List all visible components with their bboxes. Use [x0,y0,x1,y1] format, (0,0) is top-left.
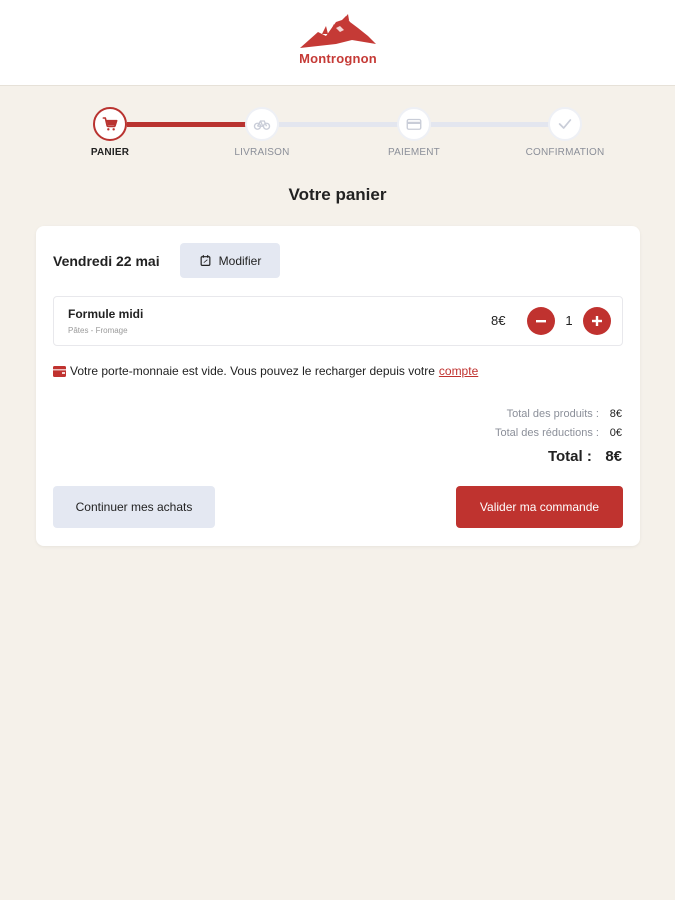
modify-button-label: Modifier [218,253,262,268]
mountain-logo-icon [300,14,376,48]
products-total-label: Total des produits : [506,408,599,420]
discounts-total-row: Total des réductions : 0€ [402,427,622,446]
delivery-date: Vendredi 22 mai [53,253,160,269]
app-header: Montrognon [0,0,675,86]
cart-card: Vendredi 22 mai Modifier Formule midi Pâ… [36,226,640,546]
plus-icon [592,316,602,326]
grand-total-label: Total : [547,448,592,465]
validate-order-button[interactable]: Valider ma commande [456,486,623,528]
step-label-panier: PANIER [90,147,130,158]
grand-total-row: Total : 8€ [402,448,622,465]
order-totals: Total des produits : 8€ Total des réduct… [402,408,622,465]
step-connector-3 [431,122,551,127]
item-name: Formule midi [68,307,144,321]
credit-card-icon [406,118,422,130]
step-label-livraison: LIVRAISON [234,147,290,158]
step-connector-1 [127,122,251,127]
products-total-row: Total des produits : 8€ [402,408,622,427]
grand-total-value: 8€ [605,448,622,465]
wallet-message: Votre porte-monnaie est vide. Vous pouve… [70,364,435,378]
checkout-stepper: PANIER LIVRAISON PAIEMENT CONFIRMATION [0,100,675,170]
modify-date-button[interactable]: Modifier [180,243,280,278]
step-panier[interactable] [93,107,127,141]
step-paiement[interactable] [397,107,431,141]
step-label-confirmation: CONFIRMATION [525,147,605,158]
checkmark-icon [558,119,572,129]
increase-quantity-button[interactable] [583,307,611,335]
minus-icon [536,320,546,323]
wallet-icon [53,365,66,377]
step-connector-2 [279,122,399,127]
quantity-value: 1 [565,313,573,328]
page-title: Votre panier [288,185,387,204]
wallet-notice: Votre porte-monnaie est vide. Vous pouve… [53,364,478,378]
discounts-total-value: 0€ [609,427,622,439]
item-price: 8€ [491,313,506,328]
continue-shopping-button[interactable]: Continuer mes achats [53,486,215,528]
discounts-total-label: Total des réductions : [494,427,599,439]
step-confirmation[interactable] [548,107,582,141]
calendar-edit-icon [200,255,211,266]
item-detail: Pâtes - Fromage [68,326,128,335]
products-total-value: 8€ [609,408,622,420]
step-label-paiement: PAIEMENT [388,147,440,158]
account-link[interactable]: compte [439,364,478,378]
cart-icon [102,117,118,131]
step-livraison[interactable] [245,107,279,141]
brand-logo[interactable]: Montrognon [296,14,380,70]
decrease-quantity-button[interactable] [527,307,555,335]
bicycle-icon [253,120,271,130]
brand-name: Montrognon [299,51,377,66]
cart-item-row: Formule midi Pâtes - Fromage 8€ 1 [53,296,623,346]
